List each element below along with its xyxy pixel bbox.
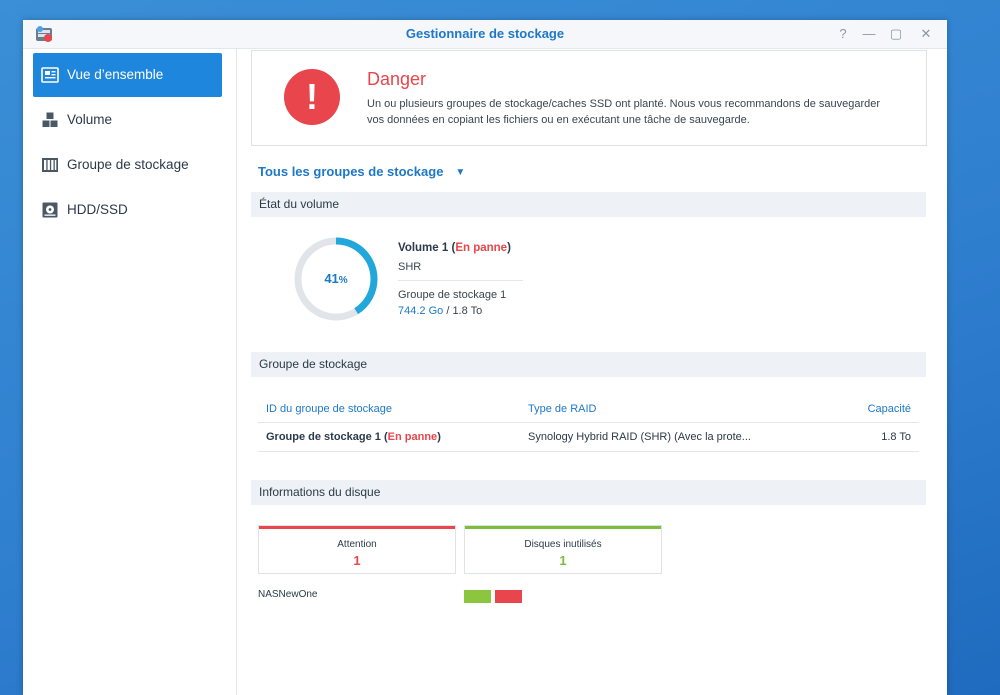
disk-slot-warning[interactable]	[495, 590, 522, 603]
maximize-icon[interactable]: ▢	[885, 20, 907, 48]
capacity-cell: 1.8 To	[881, 431, 911, 443]
volume-used: 744.2 Go	[398, 305, 444, 317]
column-header-raid-type[interactable]: Type de RAID	[528, 403, 596, 415]
card-label: Disques inutilisés	[524, 539, 602, 550]
volume-status-header: État du volume	[251, 192, 926, 217]
divider	[258, 451, 919, 452]
card-label: Attention	[337, 539, 377, 550]
section-title: Informations du disque	[259, 485, 381, 499]
overview-icon	[41, 67, 59, 83]
sidebar-item-label: Volume	[67, 112, 113, 127]
disk-slot-normal[interactable]	[464, 590, 491, 603]
sidebar-item-hdd-ssd[interactable]: HDD/SSD	[33, 188, 222, 232]
divider	[398, 280, 523, 281]
chevron-down-icon: ▼	[455, 167, 466, 178]
sidebar-item-volume[interactable]: Volume	[33, 98, 222, 142]
sidebar-item-label: Groupe de stockage	[67, 157, 189, 172]
pool-name: Groupe de stockage 1	[266, 431, 381, 443]
volume-cubes-icon	[42, 112, 58, 127]
storage-pool-icon	[42, 158, 58, 172]
danger-icon: !	[284, 69, 340, 125]
volume-pool: Groupe de stockage 1	[398, 289, 507, 301]
minimize-icon[interactable]: —	[858, 20, 880, 48]
divider	[258, 422, 919, 423]
card-count: 1	[353, 553, 361, 568]
title-bar[interactable]: Gestionnaire de stockage ? — ▢ ✕	[23, 20, 947, 49]
window-title: Gestionnaire de stockage	[405, 26, 565, 41]
storage-manager-window: Gestionnaire de stockage ? — ▢ ✕ Vue d’e…	[23, 20, 947, 695]
sidebar: Vue d’ensemble Volume Groupe de stockage	[23, 49, 237, 695]
sidebar-item-label: HDD/SSD	[67, 202, 128, 217]
card-top-bar	[465, 526, 661, 529]
storage-pool-header: Groupe de stockage	[251, 352, 926, 377]
pool-status: En panne	[387, 431, 438, 443]
usage-percent-label: 41%	[293, 236, 379, 322]
close-icon[interactable]: ✕	[915, 20, 937, 48]
volume-usage: 744.2 Go / 1.8 To	[398, 305, 483, 317]
card-count: 1	[559, 553, 567, 568]
alert-title: Danger	[367, 69, 427, 89]
danger-symbol: !	[306, 76, 318, 117]
pool-name-cell: Groupe de stockage 1 (En panne)	[266, 431, 441, 443]
volume-total: 1.8 To	[452, 305, 483, 317]
card-top-bar	[259, 526, 455, 529]
column-header-capacity[interactable]: Capacité	[868, 403, 911, 415]
raid-type-cell: Synology Hybrid RAID (SHR) (Avec la prot…	[528, 431, 751, 443]
section-title: Groupe de stockage	[259, 357, 368, 371]
volume-type: SHR	[398, 261, 422, 273]
filter-label: Tous les groupes de stockage	[258, 164, 444, 179]
usage-number: 41	[324, 271, 339, 286]
usage-unit: %	[338, 275, 348, 286]
alert-message: Un ou plusieurs groupes de stockage/cach…	[367, 98, 881, 126]
storage-pool-filter-dropdown[interactable]: Tous les groupes de stockage ▼	[258, 164, 465, 179]
volume-name: Volume 1 (En panne)	[398, 242, 511, 254]
section-title: État du volume	[259, 197, 340, 211]
sidebar-item-overview[interactable]: Vue d’ensemble	[33, 53, 222, 97]
sidebar-item-label: Vue d’ensemble	[67, 67, 164, 82]
disk-info-header: Informations du disque	[251, 480, 926, 505]
help-icon[interactable]: ?	[832, 20, 854, 48]
column-header-pool-id[interactable]: ID du groupe de stockage	[266, 403, 392, 415]
volume-title: Volume 1	[398, 242, 449, 254]
attention-card[interactable]: Attention 1	[258, 525, 456, 574]
danger-alert: ! Danger Un ou plusieurs groupes de stoc…	[251, 50, 927, 146]
sidebar-item-storage-pool[interactable]: Groupe de stockage	[33, 143, 222, 187]
nas-name: NASNewOne	[258, 589, 318, 600]
volume-status: En panne	[455, 242, 508, 254]
unused-disks-card[interactable]: Disques inutilisés 1	[464, 525, 662, 574]
hdd-icon	[42, 202, 58, 218]
